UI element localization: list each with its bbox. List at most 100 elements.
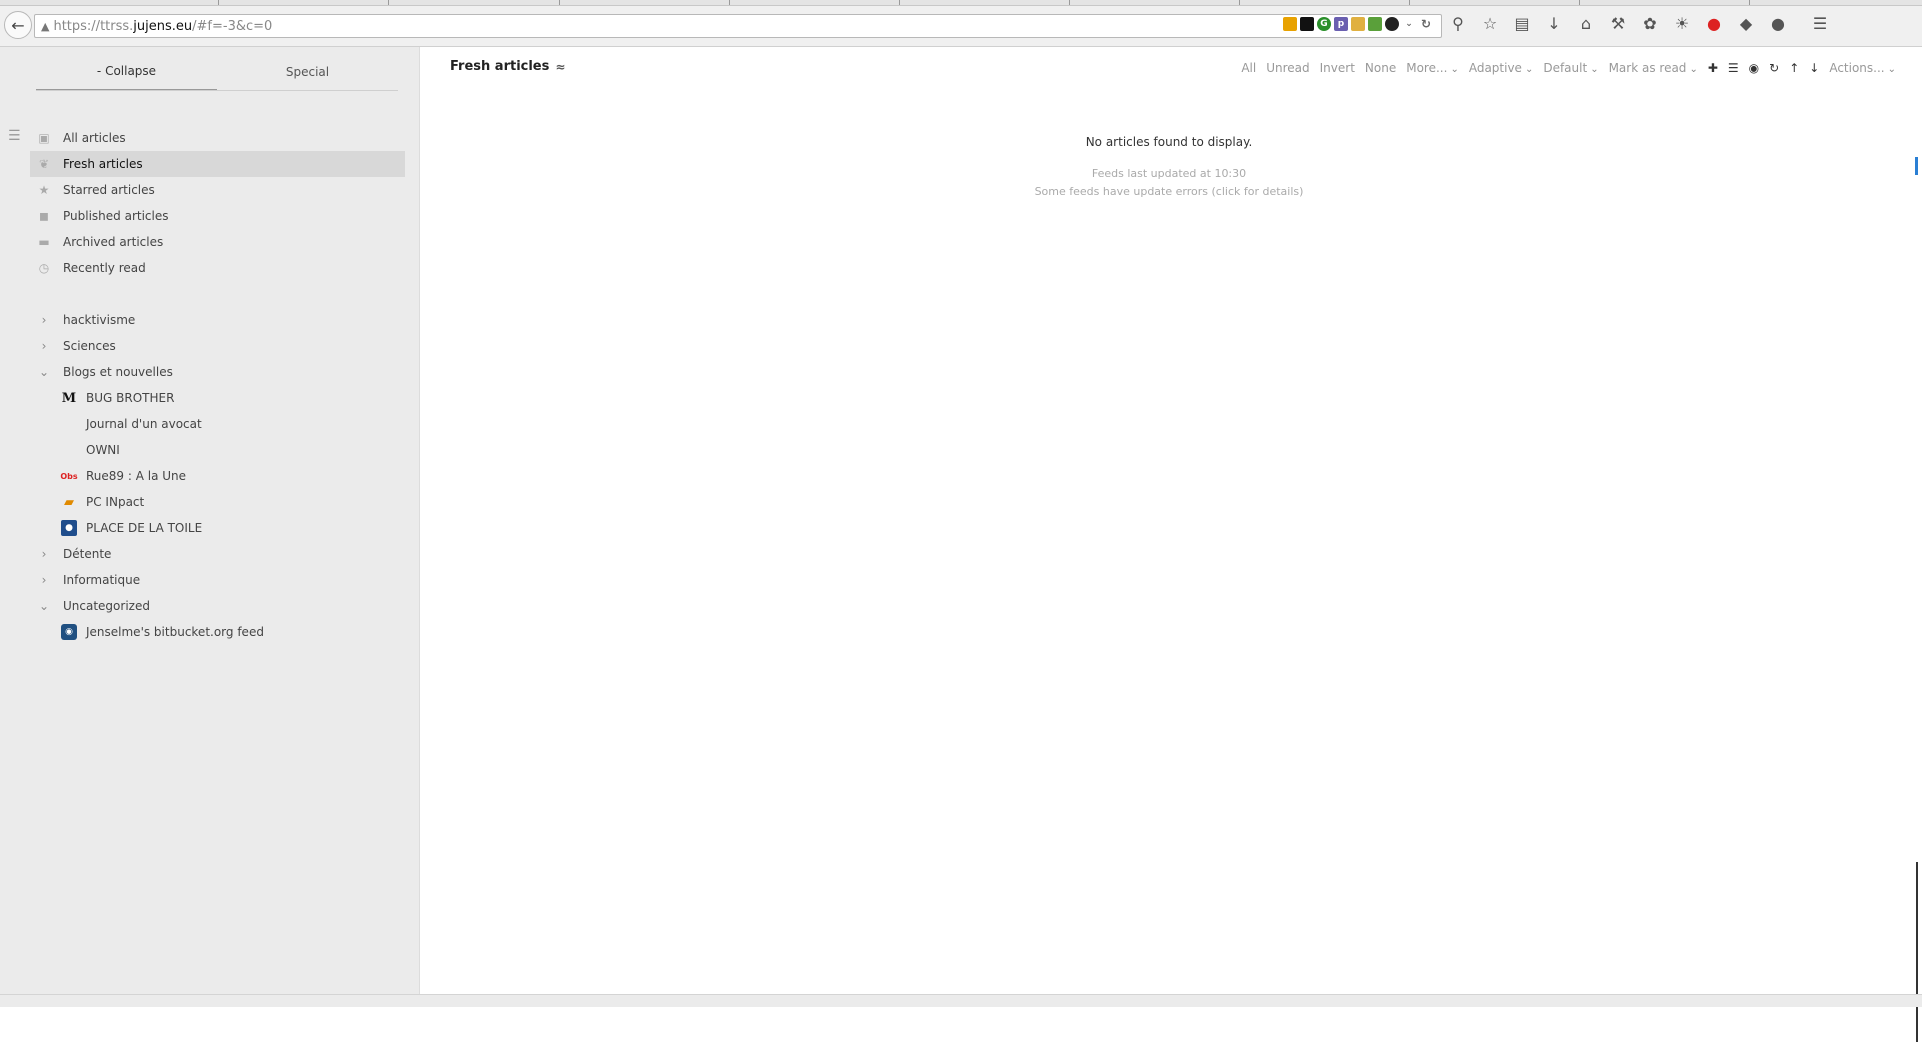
tab-divider [218, 0, 219, 5]
feed-label: Journal d'un avocat [86, 417, 202, 431]
feed-item-bug-brother[interactable]: M BUG BROTHER [30, 385, 405, 411]
feed-item-pcinpact[interactable]: ▰ PC INpact [30, 489, 405, 515]
tools-icon[interactable]: ⚒ [1610, 14, 1626, 33]
last-updated-text: Feeds last updated at 10:30 [1091, 167, 1247, 180]
pocket-icon[interactable]: ◆ [1738, 14, 1754, 33]
arrow-down-icon[interactable]: ↓ [1809, 61, 1819, 75]
category-informatique[interactable]: › Informatique [30, 567, 405, 593]
collapse-tab[interactable]: - Collapse [36, 53, 217, 91]
view-mode-dropdown[interactable]: Adaptive ⌄ [1469, 61, 1534, 75]
url-bar[interactable]: ▲ https://ttrss. jujens.eu/#f=-3&c=0 G p … [34, 14, 1442, 38]
feed-title-header: Fresh articles ≈ [450, 59, 565, 74]
special-item-starred[interactable]: ★ Starred articles [30, 177, 405, 203]
more-dropdown[interactable]: More... ⌄ [1406, 61, 1459, 75]
feed-item-bitbucket[interactable]: ◉ Jenselme's bitbucket.org feed [30, 619, 405, 645]
filter-unread[interactable]: Unread [1266, 61, 1309, 75]
chevron-right-icon[interactable]: › [36, 313, 52, 327]
extension-icon[interactable] [1300, 17, 1314, 31]
filter-all[interactable]: All [1241, 61, 1256, 75]
star-bookmark-icon[interactable]: ☆ [1482, 14, 1498, 33]
rss-icon: ◼ [39, 209, 49, 223]
adblock-icon[interactable]: ● [1706, 14, 1722, 33]
tab-divider [1579, 0, 1580, 5]
inbox-icon: ▣ [38, 131, 50, 145]
category-uncategorized[interactable]: ⌄ Uncategorized [30, 593, 405, 619]
arrow-left-icon: ← [11, 15, 25, 35]
pcinpact-favicon-icon: ▰ [64, 494, 74, 510]
feed-label: PLACE DE LA TOILE [86, 521, 203, 535]
category-sciences[interactable]: › Sciences [30, 333, 405, 359]
download-icon[interactable]: ↓ [1546, 14, 1562, 33]
chevron-right-icon[interactable]: › [36, 547, 52, 561]
hamburger-icon[interactable]: ☰ [8, 129, 22, 143]
extension-icon[interactable]: ● [1770, 14, 1786, 33]
extension-icon[interactable] [1351, 17, 1365, 31]
menu-icon[interactable]: ☰ [1812, 14, 1828, 33]
feed-item-journal-avocat[interactable]: Journal d'un avocat [30, 411, 405, 437]
feed-item-rue89[interactable]: Obs Rue89 : A la Une [30, 463, 405, 489]
grammar-extension-icon[interactable]: G [1317, 17, 1331, 31]
search-icon[interactable]: ⚲ [1450, 14, 1466, 33]
special-item-archived[interactable]: ▬ Archived articles [30, 229, 405, 255]
filter-none[interactable]: None [1365, 61, 1396, 75]
chevron-down-icon[interactable]: ⌄ [36, 599, 52, 613]
php-extension-icon[interactable]: p [1334, 17, 1348, 31]
chevron-right-icon[interactable]: › [36, 339, 52, 353]
plus-icon[interactable]: ✚ [1708, 61, 1718, 75]
tab-divider [1749, 0, 1750, 5]
feed-label: BUG BROTHER [86, 391, 175, 405]
category-detente[interactable]: › Détente [30, 541, 405, 567]
extension-icon[interactable]: ☀ [1674, 14, 1690, 33]
feed-item-owni[interactable]: OWNI [30, 437, 405, 463]
rss-icon[interactable]: ≈ [555, 60, 565, 74]
special-tab[interactable]: Special [217, 53, 398, 91]
home-icon[interactable]: ⌂ [1578, 14, 1594, 33]
arrow-up-icon[interactable]: ↑ [1789, 61, 1799, 75]
reading-list-icon[interactable]: ▤ [1514, 14, 1530, 33]
more-label: More... [1406, 61, 1448, 75]
order-label: Default [1543, 61, 1588, 75]
actions-label: Actions... [1829, 61, 1885, 75]
chevron-down-icon: ⌄ [1887, 64, 1896, 75]
special-item-all[interactable]: ▣ All articles [30, 125, 405, 151]
actions-dropdown[interactable]: Actions... ⌄ [1829, 61, 1896, 75]
status-bar [0, 994, 1922, 1007]
special-item-published[interactable]: ◼ Published articles [30, 203, 405, 229]
chevron-down-icon: ⌄ [1590, 64, 1599, 75]
tab-divider [388, 0, 389, 5]
category-hacktivisme[interactable]: › hacktivisme [30, 307, 405, 333]
update-errors-link[interactable]: Some feeds have update errors (click for… [420, 183, 1918, 201]
clock-icon: ◷ [38, 261, 50, 275]
extension-icon[interactable]: ✿ [1642, 14, 1658, 33]
scrollbar-marker [1916, 862, 1918, 1042]
special-item-recent[interactable]: ◷ Recently read [30, 255, 405, 281]
mark-as-read-label: Mark as read [1608, 61, 1687, 75]
extension-icon[interactable] [1368, 17, 1382, 31]
category-blogs[interactable]: ⌄ Blogs et nouvelles [30, 359, 405, 385]
filter-invert[interactable]: Invert [1320, 61, 1355, 75]
feed-item-place-de-la-toile[interactable]: ● PLACE DE LA TOILE [30, 515, 405, 541]
url-path: /#f=-3&c=0 [192, 18, 273, 34]
mark-as-read-dropdown[interactable]: Mark as read ⌄ [1609, 61, 1698, 75]
back-button[interactable]: ← [4, 11, 32, 39]
feed-title: Fresh articles [450, 59, 550, 74]
chevron-right-icon[interactable]: › [36, 573, 52, 587]
extension-icon[interactable] [1283, 17, 1297, 31]
view-mode-label: Adaptive [1468, 61, 1522, 75]
refresh-icon[interactable]: ↻ [1769, 61, 1779, 75]
update-status[interactable]: Feeds last updated at 10:30 Some feeds h… [420, 165, 1918, 201]
chevron-down-icon[interactable]: ⌄ [36, 365, 52, 379]
eye-icon[interactable]: ◉ [1749, 61, 1759, 75]
chevron-down-icon[interactable]: ⌄ [1402, 17, 1416, 31]
reload-icon[interactable]: ↻ [1419, 17, 1433, 31]
special-item-fresh[interactable]: ❦ Fresh articles [30, 151, 405, 177]
lemonde-favicon-icon: M [61, 390, 77, 406]
order-dropdown[interactable]: Default ⌄ [1543, 61, 1598, 75]
feed-label: Recently read [63, 261, 146, 275]
extension-icon[interactable] [1385, 17, 1399, 31]
tab-divider [899, 0, 900, 5]
scrollbar-marker [1915, 157, 1918, 175]
blank-favicon-icon [61, 442, 77, 458]
empty-message: No articles found to display. [1085, 135, 1253, 149]
list-icon[interactable]: ☰ [1728, 61, 1739, 75]
